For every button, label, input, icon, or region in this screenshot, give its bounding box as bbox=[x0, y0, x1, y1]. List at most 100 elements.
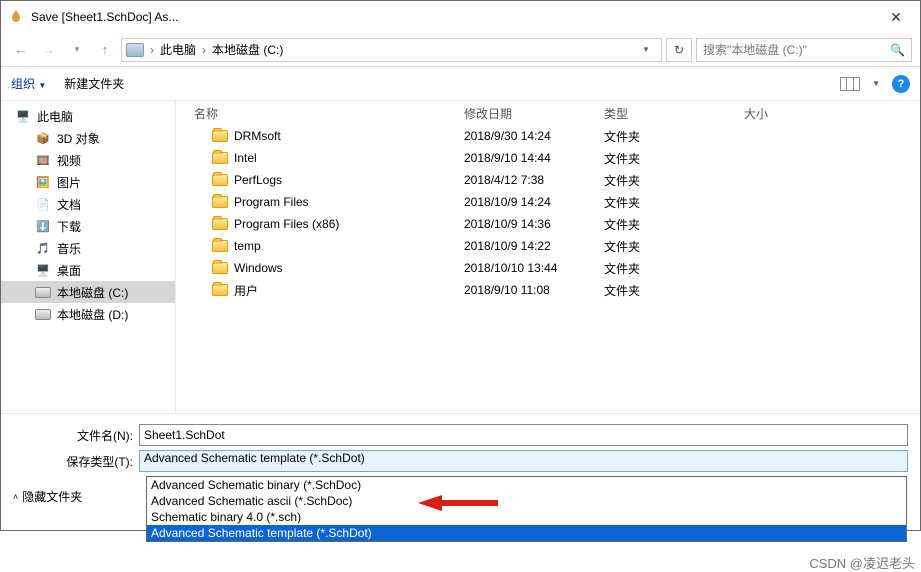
dropdown-option[interactable]: Advanced Schematic ascii (*.SchDoc) bbox=[147, 493, 906, 509]
folder-icon bbox=[212, 284, 228, 296]
tree-item[interactable]: 🎵音乐 bbox=[1, 237, 175, 259]
forward-icon: → bbox=[37, 38, 61, 62]
table-row[interactable]: Program Files (x86) 2018/10/9 14:36文件夹 bbox=[184, 213, 916, 235]
tree-item[interactable]: 🖼️图片 bbox=[1, 171, 175, 193]
close-icon[interactable]: ✕ bbox=[878, 9, 914, 26]
search-placeholder: 搜索"本地磁盘 (C:)" bbox=[703, 41, 807, 58]
chevron-down-icon[interactable]: ▼ bbox=[872, 79, 880, 88]
breadcrumb-root[interactable]: 此电脑 bbox=[160, 41, 196, 58]
table-row[interactable]: temp 2018/10/9 14:22文件夹 bbox=[184, 235, 916, 257]
tree-item-this-pc[interactable]: 🖥️此电脑 bbox=[1, 105, 175, 127]
file-name: Program Files (x86) bbox=[234, 217, 339, 231]
folder-icon bbox=[212, 130, 228, 142]
folder-icon bbox=[212, 218, 228, 230]
dropdown-option[interactable]: Advanced Schematic binary (*.SchDoc) bbox=[147, 477, 906, 493]
file-type: 文件夹 bbox=[604, 238, 744, 255]
filename-label: 文件名(N): bbox=[13, 427, 139, 444]
file-date: 2018/10/10 13:44 bbox=[464, 261, 604, 275]
file-date: 2018/9/30 14:24 bbox=[464, 129, 604, 143]
col-type[interactable]: 类型 bbox=[604, 105, 744, 122]
table-row[interactable]: Program Files2018/10/9 14:24文件夹 bbox=[184, 191, 916, 213]
dropdown-option[interactable]: Advanced Schematic template (*.SchDot) bbox=[147, 525, 906, 541]
downloads-icon: ⬇️ bbox=[35, 219, 51, 233]
file-type: 文件夹 bbox=[604, 150, 744, 167]
file-list: 名称 修改日期 类型 大小 DRMsoft2018/9/30 14:24文件夹I… bbox=[176, 101, 920, 413]
tree-item[interactable]: 📄文档 bbox=[1, 193, 175, 215]
file-date: 2018/9/10 14:44 bbox=[464, 151, 604, 165]
filename-input[interactable] bbox=[139, 424, 908, 446]
address-bar[interactable]: › 此电脑 › 本地磁盘 (C:) ▾ bbox=[121, 38, 662, 62]
chevron-down-icon[interactable]: ▾ bbox=[635, 39, 657, 61]
drive-icon bbox=[126, 43, 144, 57]
tree-item[interactable]: ⬇️下载 bbox=[1, 215, 175, 237]
save-dialog-window: Save [Sheet1.SchDoc] As... ✕ ← → ▾ ↑ › 此… bbox=[0, 0, 921, 531]
col-date[interactable]: 修改日期 bbox=[464, 105, 604, 122]
videos-icon: 🎞️ bbox=[35, 153, 51, 167]
table-row[interactable]: PerfLogs 2018/4/12 7:38文件夹 bbox=[184, 169, 916, 191]
pictures-icon: 🖼️ bbox=[35, 175, 51, 189]
table-row[interactable]: DRMsoft2018/9/30 14:24文件夹 bbox=[184, 125, 916, 147]
file-name: Windows bbox=[234, 261, 283, 275]
file-name: Intel bbox=[234, 151, 257, 165]
tree-item-drive-c[interactable]: 本地磁盘 (C:) bbox=[1, 281, 175, 303]
up-icon[interactable]: ↑ bbox=[93, 38, 117, 62]
tree-item-drive-d[interactable]: 本地磁盘 (D:) bbox=[1, 303, 175, 325]
breadcrumb-drive[interactable]: 本地磁盘 (C:) bbox=[212, 41, 283, 58]
col-size[interactable]: 大小 bbox=[744, 105, 824, 122]
file-type: 文件夹 bbox=[604, 216, 744, 233]
drive-icon bbox=[35, 287, 51, 298]
table-row[interactable]: Intel 2018/9/10 14:44文件夹 bbox=[184, 147, 916, 169]
toolbar: 组织 ▼ 新建文件夹 ▼ ? bbox=[1, 67, 920, 101]
file-date: 2018/9/10 11:08 bbox=[464, 283, 604, 297]
app-icon bbox=[7, 8, 25, 26]
chevron-down-icon[interactable]: ▾ bbox=[65, 38, 89, 62]
folder-icon bbox=[212, 240, 228, 252]
music-icon: 🎵 bbox=[35, 241, 51, 255]
folder-icon bbox=[212, 262, 228, 274]
file-type: 文件夹 bbox=[604, 194, 744, 211]
desktop-icon: 🖥️ bbox=[35, 263, 51, 277]
file-name: PerfLogs bbox=[234, 173, 282, 187]
tree-item[interactable]: 🖥️桌面 bbox=[1, 259, 175, 281]
nav-row: ← → ▾ ↑ › 此电脑 › 本地磁盘 (C:) ▾ ↻ 搜索"本地磁盘 (C… bbox=[1, 33, 920, 67]
folder-icon bbox=[212, 152, 228, 164]
organize-menu[interactable]: 组织 ▼ bbox=[11, 75, 46, 92]
folder-icon bbox=[212, 174, 228, 186]
file-name: temp bbox=[234, 239, 261, 253]
savetype-label: 保存类型(T): bbox=[13, 453, 139, 470]
file-type: 文件夹 bbox=[604, 282, 744, 299]
new-folder-button[interactable]: 新建文件夹 bbox=[64, 75, 124, 92]
tree-item[interactable]: 🎞️视频 bbox=[1, 149, 175, 171]
nav-tree: 🖥️此电脑 📦3D 对象 🎞️视频 🖼️图片 📄文档 ⬇️下载 🎵音乐 🖥️桌面… bbox=[1, 101, 176, 413]
pc-icon: 🖥️ bbox=[15, 109, 31, 123]
back-icon[interactable]: ← bbox=[9, 38, 33, 62]
hide-folders-toggle[interactable]: ˄隐藏文件夹 bbox=[13, 488, 82, 505]
search-input[interactable]: 搜索"本地磁盘 (C:)" 🔍 bbox=[696, 38, 912, 62]
refresh-icon[interactable]: ↻ bbox=[666, 38, 692, 62]
file-type: 文件夹 bbox=[604, 172, 744, 189]
file-date: 2018/10/9 14:24 bbox=[464, 195, 604, 209]
table-row[interactable]: 用户 2018/9/10 11:08文件夹 bbox=[184, 279, 916, 301]
3d-objects-icon: 📦 bbox=[35, 131, 51, 145]
savetype-dropdown[interactable]: Advanced Schematic binary (*.SchDoc)Adva… bbox=[146, 476, 907, 542]
file-date: 2018/10/9 14:22 bbox=[464, 239, 604, 253]
titlebar: Save [Sheet1.SchDoc] As... ✕ bbox=[1, 1, 920, 33]
breadcrumb-sep: › bbox=[150, 43, 154, 57]
watermark: CSDN @凌迟老头 bbox=[0, 553, 915, 572]
column-headers[interactable]: 名称 修改日期 类型 大小 bbox=[184, 101, 916, 125]
breadcrumb-sep: › bbox=[202, 43, 206, 57]
table-row[interactable]: Windows 2018/10/10 13:44文件夹 bbox=[184, 257, 916, 279]
col-name[interactable]: 名称 bbox=[184, 105, 464, 122]
view-options-icon[interactable] bbox=[840, 77, 860, 91]
drive-icon bbox=[35, 309, 51, 320]
help-icon[interactable]: ? bbox=[892, 75, 910, 93]
dropdown-option[interactable]: Schematic binary 4.0 (*.sch) bbox=[147, 509, 906, 525]
tree-item[interactable]: 📦3D 对象 bbox=[1, 127, 175, 149]
file-date: 2018/10/9 14:36 bbox=[464, 217, 604, 231]
file-name: 用户 bbox=[234, 282, 258, 299]
window-title: Save [Sheet1.SchDoc] As... bbox=[31, 10, 878, 24]
savetype-combo[interactable]: Advanced Schematic template (*.SchDot) bbox=[139, 450, 908, 472]
file-type: 文件夹 bbox=[604, 260, 744, 277]
file-date: 2018/4/12 7:38 bbox=[464, 173, 604, 187]
file-name: DRMsoft bbox=[234, 129, 281, 143]
